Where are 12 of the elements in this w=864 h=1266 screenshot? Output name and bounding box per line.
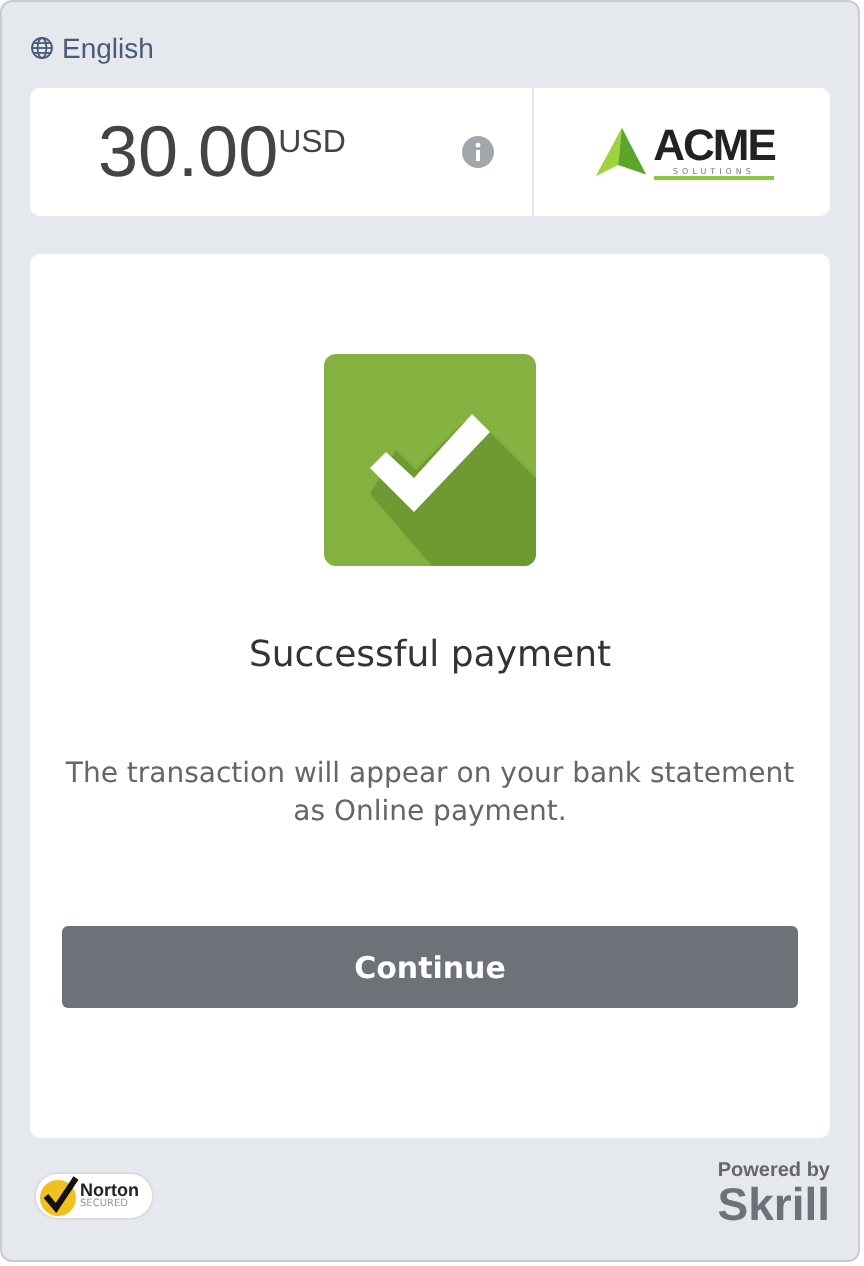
result-title: Successful payment — [248, 634, 612, 676]
currency: USD — [278, 126, 346, 162]
checkmark-icon — [324, 354, 536, 566]
brand-logo: Skrill — [717, 1182, 830, 1228]
continue-button[interactable]: Continue — [62, 926, 798, 1008]
language-selector[interactable]: English — [62, 32, 154, 64]
info-icon[interactable] — [462, 136, 494, 168]
result-message: The transaction will appear on your bank statement as Online payment. — [63, 756, 797, 832]
amount: 30.00 — [98, 110, 279, 194]
powered-by-label: Powered by — [717, 1162, 830, 1182]
globe-icon — [30, 36, 54, 60]
logo-name: ACME — [653, 125, 775, 165]
